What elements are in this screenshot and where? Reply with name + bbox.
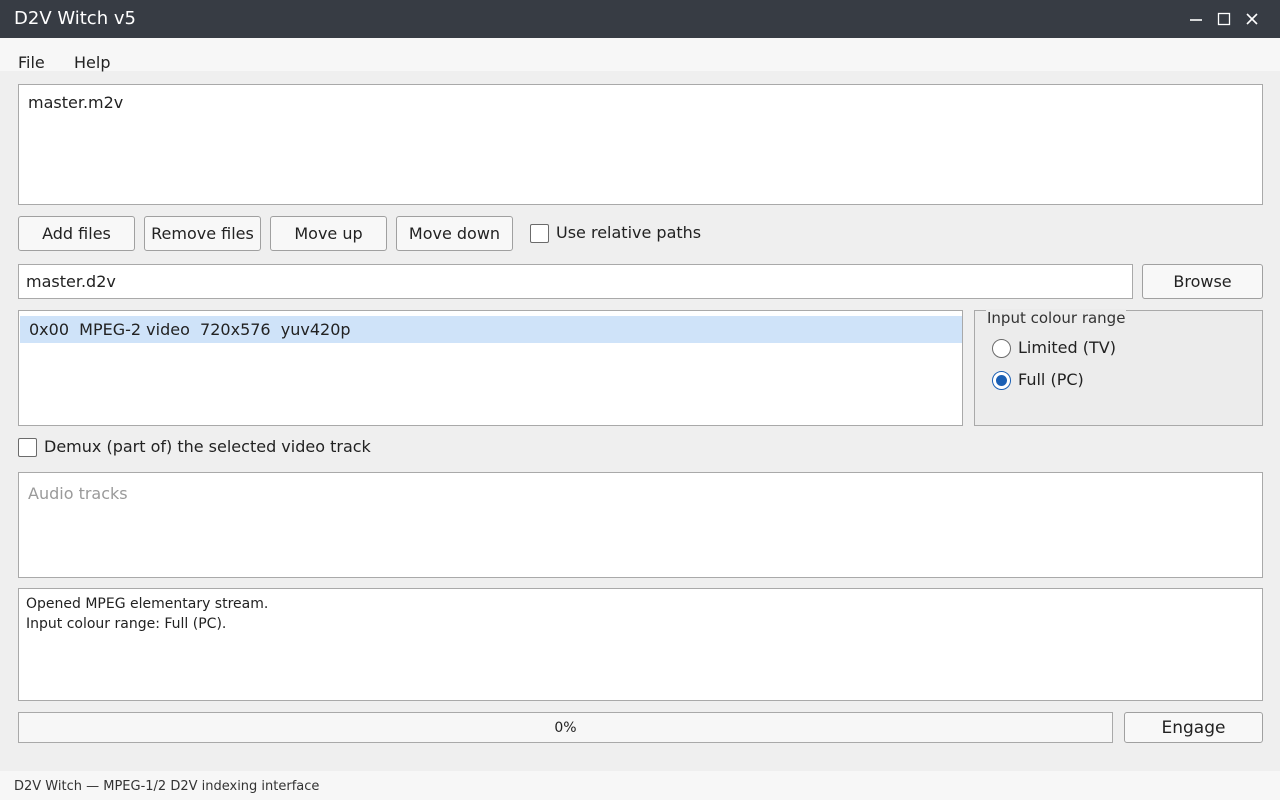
move-up-button[interactable]: Move up — [270, 216, 387, 251]
log-area[interactable]: Opened MPEG elementary stream. Input col… — [18, 588, 1263, 701]
full-pc-label: Full (PC) — [1018, 370, 1084, 389]
demux-label: Demux (part of) the selected video track — [44, 437, 371, 456]
colour-range-group: Input colour range Limited (TV) Full (PC… — [974, 309, 1263, 426]
radio-selected-dot — [996, 375, 1007, 386]
audio-track-list[interactable]: Audio tracks — [18, 472, 1263, 578]
browse-button[interactable]: Browse — [1142, 264, 1263, 299]
limited-tv-label: Limited (TV) — [1018, 338, 1116, 357]
relative-paths-label: Use relative paths — [556, 223, 702, 242]
status-bar: D2V Witch — MPEG-1/2 D2V indexing interf… — [0, 771, 1280, 800]
menu-help[interactable]: Help — [74, 54, 110, 72]
menu-bar: File Help — [0, 38, 1280, 72]
demux-checkbox[interactable] — [18, 438, 37, 457]
close-icon[interactable] — [1241, 7, 1263, 31]
input-file-list[interactable]: master.m2v — [18, 84, 1263, 205]
output-file-input[interactable]: master.d2v — [18, 264, 1133, 299]
menu-file[interactable]: File — [18, 54, 45, 72]
relative-paths-checkbox[interactable] — [530, 224, 549, 243]
video-track-item[interactable]: 0x00 MPEG-2 video 720x576 yuv420p — [20, 316, 962, 343]
colour-range-title: Input colour range — [986, 309, 1127, 327]
file-list-item[interactable]: master.m2v — [28, 93, 123, 112]
audio-tracks-placeholder: Audio tracks — [28, 484, 128, 503]
video-track-list[interactable]: 0x00 MPEG-2 video 720x576 yuv420p — [18, 310, 963, 426]
remove-files-button[interactable]: Remove files — [144, 216, 261, 251]
log-line: Input colour range: Full (PC). — [26, 616, 227, 632]
log-line: Opened MPEG elementary stream. — [26, 596, 269, 612]
limited-tv-radio[interactable] — [992, 339, 1011, 358]
engage-button[interactable]: Engage — [1124, 712, 1263, 743]
status-text: D2V Witch — MPEG-1/2 D2V indexing interf… — [14, 779, 320, 794]
maximize-icon[interactable] — [1213, 7, 1235, 31]
window-title: D2V Witch v5 — [14, 8, 136, 29]
output-file-value: master.d2v — [26, 272, 116, 291]
title-bar: D2V Witch v5 — [0, 0, 1280, 38]
full-pc-radio[interactable] — [992, 371, 1011, 390]
progress-text: 0% — [554, 719, 577, 736]
move-down-button[interactable]: Move down — [396, 216, 513, 251]
minimize-icon[interactable] — [1185, 7, 1207, 31]
add-files-button[interactable]: Add files — [18, 216, 135, 251]
progress-bar: 0% — [18, 712, 1113, 743]
